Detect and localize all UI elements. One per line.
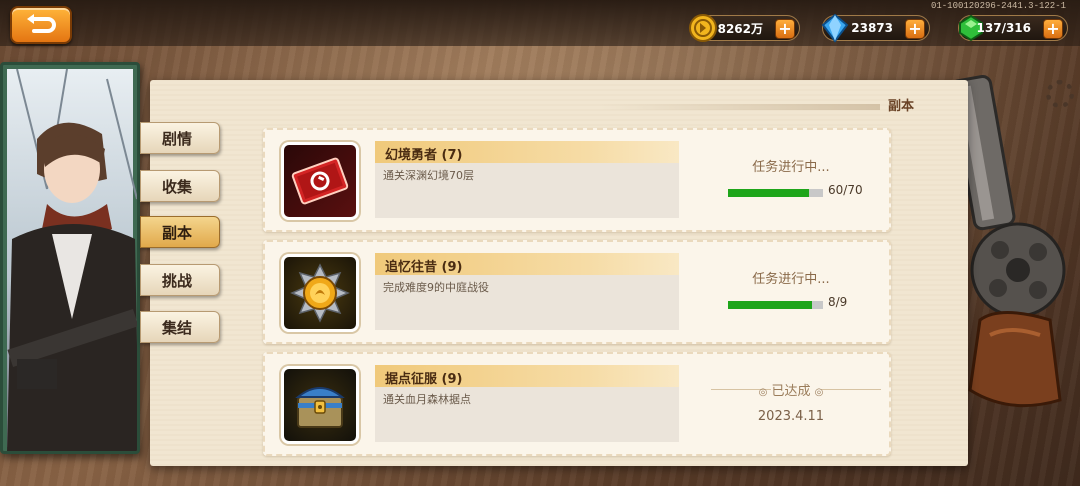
character-portrait	[7, 68, 137, 451]
gem-resource: 137/316 +	[958, 14, 1068, 42]
character-portrait-card	[0, 62, 140, 454]
quest-completed-label: ◎ 已达成 ◎	[701, 380, 881, 399]
gold-coin-icon	[687, 12, 719, 44]
tab-label: 收集	[161, 177, 192, 196]
blue-diamond-icon	[819, 12, 851, 44]
tab-collection[interactable]: 收集	[140, 170, 220, 202]
quest-card: 幻境勇者 (7) 通关深渊幻境70层 任务进行中... 60/70	[263, 128, 891, 232]
tab-label: 集结	[161, 318, 192, 337]
add-gold-button[interactable]: +	[775, 19, 795, 39]
tab-rally[interactable]: 集结	[140, 311, 220, 343]
add-gem-button[interactable]: +	[1043, 19, 1063, 39]
completed-mark-icon: ◎	[814, 387, 824, 398]
tab-challenge[interactable]: 挑战	[140, 264, 220, 296]
completed-text: 已达成	[771, 384, 811, 399]
quest-status: 任务进行中...	[752, 272, 830, 287]
tab-label: 副本	[161, 223, 192, 242]
header-decoration	[600, 104, 880, 110]
quest-description: 通关血月森林据点	[375, 387, 679, 442]
tab-dungeon[interactable]: 副本	[140, 216, 220, 248]
quest-card: 据点征服 (9) 通关血月森林据点 ◎ 已达成 ◎ 2023.4.11	[263, 352, 891, 456]
treasure-chest-icon	[281, 366, 359, 444]
completed-mark-icon: ◎	[758, 387, 768, 398]
tab-label: 挑战	[161, 271, 192, 290]
diamond-resource: 23873 +	[819, 12, 930, 44]
version-text: 01-100120296-2441.3-122-1	[930, 1, 1066, 11]
progress-bar	[728, 301, 823, 309]
progress-count: 60/70	[828, 183, 863, 197]
quest-title: 幻境勇者 (7)	[375, 141, 679, 163]
progress-bar	[728, 189, 823, 197]
quest-card: 追忆往昔 (9) 完成难度9的中庭战役 任务进行中... 8/9	[263, 240, 891, 344]
gold-value: 8262万	[717, 21, 763, 36]
character-illustration	[7, 68, 137, 451]
back-button[interactable]	[10, 6, 72, 44]
diamond-value: 23873	[851, 21, 893, 35]
quest-status: 任务进行中...	[752, 160, 830, 175]
quest-title: 追忆往昔 (9)	[375, 253, 679, 275]
gold-resource: 8262万 +	[687, 12, 800, 44]
gold-medal-icon	[281, 254, 359, 332]
progress-count: 8/9	[828, 295, 848, 309]
quest-description: 完成难度9的中庭战役	[375, 275, 679, 330]
completion-date: 2023.4.11	[757, 409, 825, 424]
add-diamond-button[interactable]: +	[905, 19, 925, 39]
quest-title: 据点征服 (9)	[375, 365, 679, 387]
return-arrow-icon	[27, 14, 56, 33]
progress-fill	[728, 189, 810, 197]
tab-story[interactable]: 剧情	[140, 122, 220, 154]
gem-value: 137/316	[976, 21, 1031, 35]
tab-label: 剧情	[161, 129, 192, 148]
progress-fill	[728, 301, 813, 309]
quest-description: 通关深渊幻境70层	[375, 163, 679, 218]
gear-decoration	[1046, 80, 1074, 108]
red-ticket-icon	[281, 142, 359, 220]
panel-title: 副本	[888, 99, 915, 114]
